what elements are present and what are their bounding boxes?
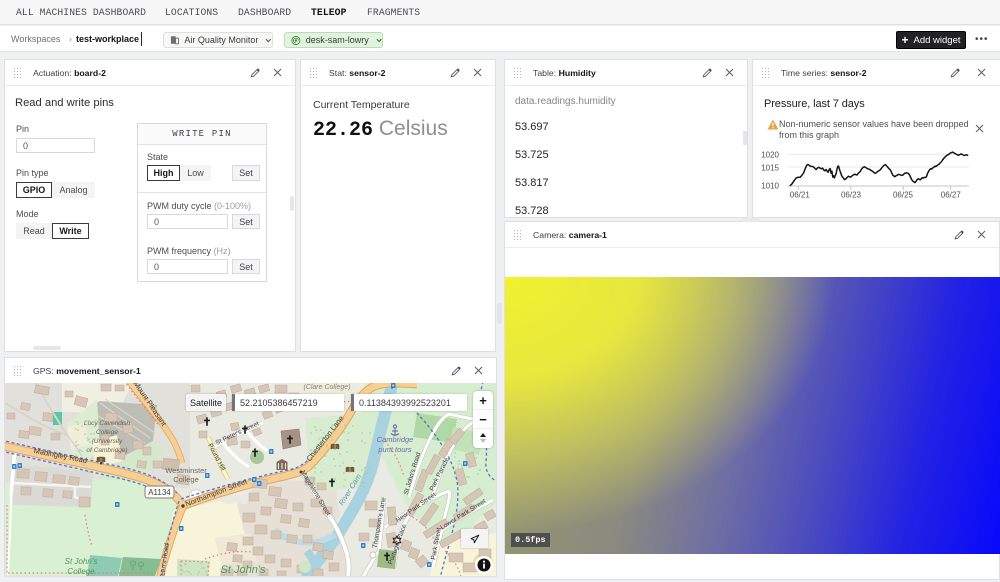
svg-text:Lucy Cavendish: Lucy Cavendish xyxy=(84,420,131,427)
svg-text:Westminster: Westminster xyxy=(165,466,207,475)
svg-text:(Clare College): (Clare College) xyxy=(303,384,350,391)
svg-text:Cambridge: Cambridge xyxy=(377,435,414,444)
svg-text:A1134: A1134 xyxy=(148,488,171,497)
svg-text:06/23: 06/23 xyxy=(841,191,862,200)
svg-text:1020: 1020 xyxy=(761,151,779,160)
svg-text:St John's: St John's xyxy=(65,557,98,566)
svg-text:College: College xyxy=(96,429,118,436)
svg-text:1015: 1015 xyxy=(761,164,779,173)
svg-text:06/25: 06/25 xyxy=(893,191,914,200)
svg-text:(University: (University xyxy=(92,438,123,445)
svg-text:1010: 1010 xyxy=(761,182,779,191)
svg-text:punt tours: punt tours xyxy=(377,445,412,454)
svg-text:College: College xyxy=(173,475,198,484)
svg-text:06/21: 06/21 xyxy=(790,191,811,200)
svg-text:St John's: St John's xyxy=(221,564,266,576)
svg-text:College: College xyxy=(67,567,95,576)
svg-text:of Cambridge): of Cambridge) xyxy=(86,447,127,454)
svg-text:06/27: 06/27 xyxy=(941,191,962,200)
